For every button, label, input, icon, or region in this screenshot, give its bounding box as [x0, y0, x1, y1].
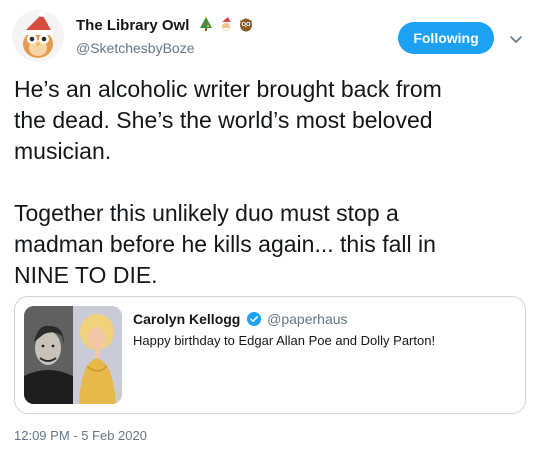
avatar[interactable] [12, 10, 64, 62]
santa-face-icon [219, 17, 232, 31]
tweet-timestamp[interactable]: 12:09 PM - 5 Feb 2020 [14, 428, 147, 443]
verified-badge-icon [247, 312, 262, 326]
quoted-tweet-text: Happy birthday to Edgar Allan Poe and Do… [133, 333, 436, 348]
author-display-name-row[interactable]: The Library Owl [76, 16, 254, 36]
quoted-author-name[interactable]: Carolyn Kellogg [133, 311, 240, 327]
author-info: The Library Owl @SketchesbyBoze [76, 16, 254, 56]
author-display-name[interactable]: The Library Owl [76, 17, 189, 34]
christmas-tree-icon [199, 16, 212, 31]
quoted-tweet-image[interactable] [24, 306, 122, 404]
quoted-author-handle[interactable]: @paperhaus [267, 311, 347, 327]
emoji-row [198, 16, 254, 36]
author-handle[interactable]: @SketchesbyBoze [76, 40, 254, 56]
tweet-header: The Library Owl @SketchesbyBoze Followin… [12, 8, 528, 64]
owl-avatar-icon [12, 10, 64, 62]
chevron-down-icon[interactable] [508, 32, 524, 48]
following-button[interactable]: Following [398, 22, 494, 54]
tweet-text: He’s an alcoholic writer brought back fr… [14, 76, 442, 288]
quoted-tweet-header: Carolyn Kellogg @paperhaus [133, 311, 348, 327]
owl-icon [239, 18, 252, 32]
poe-portrait-image [24, 306, 73, 404]
quoted-tweet-card[interactable]: Carolyn Kellogg @paperhaus Happy birthda… [14, 296, 526, 414]
parton-portrait-image [73, 306, 122, 404]
